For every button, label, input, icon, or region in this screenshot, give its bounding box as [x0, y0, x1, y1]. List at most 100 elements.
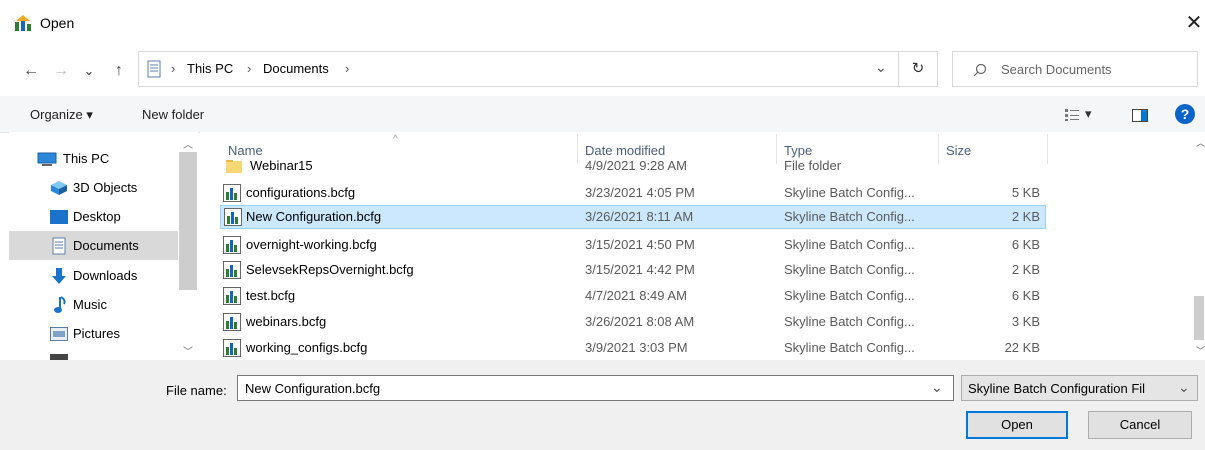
skyline-file-icon: [224, 208, 242, 226]
file-size: 6 KB: [1011, 288, 1040, 303]
search-icon: [973, 63, 987, 77]
file-size: 22 KB: [1004, 340, 1040, 355]
open-button[interactable]: Open: [966, 411, 1068, 439]
nav-item-label: Music: [73, 297, 107, 312]
file-name-label: File name:: [166, 383, 227, 398]
file-date: 3/26/2021 8:08 AM: [585, 314, 695, 329]
file-type: Skyline Batch Config...: [784, 262, 915, 277]
file-name: working_configs.bcfg: [246, 340, 368, 355]
skyline-file-icon: [223, 313, 241, 331]
file-name: Webinar15: [250, 160, 313, 173]
file-type-dropdown-icon[interactable]: ⌄: [1178, 379, 1190, 396]
desktop-icon: [50, 210, 68, 224]
new-folder-button[interactable]: New folder: [142, 107, 204, 122]
file-type-value: Skyline Batch Configuration Fil: [968, 381, 1146, 396]
nav-item-documents[interactable]: Documents: [9, 231, 178, 260]
column-header-size[interactable]: Size: [946, 143, 971, 158]
nav-item-label: Pictures: [73, 326, 120, 341]
nav-item-this-pc[interactable]: This PC: [9, 144, 179, 173]
address-dropdown-icon[interactable]: ⌄: [875, 59, 887, 76]
file-name: test.bcfg: [246, 288, 296, 303]
file-name: overnight-working.bcfg: [246, 237, 377, 252]
nav-item-downloads[interactable]: Downloads: [9, 261, 179, 290]
file-size: 3 KB: [1011, 314, 1040, 329]
skyline-app-icon: [15, 15, 31, 31]
column-header-name[interactable]: Name: [228, 143, 263, 158]
document-icon: [52, 237, 66, 255]
sort-ascending-icon: ^: [393, 134, 398, 145]
music-icon: [54, 296, 66, 313]
file-row-selected[interactable]: New Configuration.bcfg 3/26/2021 8:11 AM…: [220, 205, 1046, 229]
file-list-scrollbar-thumb[interactable]: [1194, 296, 1204, 340]
file-date: 4/9/2021 9:28 AM: [585, 160, 687, 173]
back-arrow-icon[interactable]: ←: [20, 60, 42, 82]
pictures-icon: [50, 327, 68, 341]
search-placeholder: Search Documents: [1001, 62, 1112, 77]
file-type: Skyline Batch Config...: [784, 209, 915, 224]
file-type: File folder: [784, 160, 842, 173]
refresh-icon[interactable]: ↻: [898, 51, 938, 87]
file-type-select[interactable]: Skyline Batch Configuration Fil ⌄: [961, 375, 1198, 401]
nav-scrollbar-thumb[interactable]: [179, 152, 197, 290]
search-input[interactable]: Search Documents: [952, 51, 1198, 87]
file-date: 3/26/2021 8:11 AM: [585, 209, 694, 224]
file-row[interactable]: working_configs.bcfg 3/9/2021 3:03 PM Sk…: [220, 336, 1046, 360]
file-date: 3/15/2021 4:50 PM: [585, 237, 695, 252]
column-header-date[interactable]: Date modified: [585, 143, 665, 158]
skyline-file-icon: [223, 184, 241, 202]
file-date: 3/15/2021 4:42 PM: [585, 262, 695, 277]
nav-item-label: Desktop: [73, 209, 121, 224]
file-row[interactable]: SelevsekRepsOvernight.bcfg 3/15/2021 4:4…: [220, 258, 1046, 282]
column-header-type[interactable]: Type: [784, 143, 812, 158]
close-icon[interactable]: ✕: [1183, 10, 1205, 36]
nav-item-label: This PC: [63, 151, 110, 166]
file-name-input[interactable]: New Configuration.bcfg ⌄: [237, 375, 954, 401]
nav-item-desktop[interactable]: Desktop: [9, 202, 179, 231]
breadcrumb-documents[interactable]: Documents: [263, 61, 329, 76]
title-bar: [0, 0, 1205, 46]
file-name: webinars.bcfg: [246, 314, 327, 329]
nav-item-videos[interactable]: [9, 348, 179, 360]
breadcrumb-separator: ›: [171, 61, 176, 76]
file-name: SelevsekRepsOvernight.bcfg: [246, 262, 414, 277]
organize-button[interactable]: Organize ▾: [30, 107, 93, 123]
skyline-file-icon: [223, 339, 241, 357]
file-row[interactable]: test.bcfg 4/7/2021 8:49 AM Skyline Batch…: [220, 284, 1046, 308]
file-row[interactable]: Webinar15 4/9/2021 9:28 AM File folder: [220, 160, 1046, 176]
file-date: 3/9/2021 3:03 PM: [585, 340, 688, 355]
forward-arrow-icon[interactable]: →: [50, 60, 72, 82]
nav-item-3d-objects[interactable]: 3D Objects: [9, 173, 179, 202]
window-title: Open: [40, 15, 75, 31]
view-menu-arrow-icon[interactable]: ▾: [1085, 106, 1092, 122]
navigation-pane: This PC 3D Objects Desktop Documents Dow…: [9, 132, 198, 360]
view-options-icon[interactable]: [1064, 108, 1080, 122]
nav-item-label: Documents: [73, 238, 139, 253]
nav-item-music[interactable]: Music: [9, 290, 179, 319]
preview-pane-icon[interactable]: [1132, 109, 1148, 122]
file-row[interactable]: webinars.bcfg 3/26/2021 8:08 AM Skyline …: [220, 310, 1046, 334]
file-date: 4/7/2021 8:49 AM: [585, 288, 687, 303]
skyline-file-icon: [223, 236, 241, 254]
file-row[interactable]: configurations.bcfg 3/23/2021 4:05 PM Sk…: [220, 181, 1046, 205]
file-size: 6 KB: [1011, 237, 1040, 252]
nav-item-pictures[interactable]: Pictures: [9, 319, 179, 348]
file-size: 5 KB: [1011, 185, 1040, 200]
computer-icon: [37, 152, 57, 166]
file-date: 3/23/2021 4:05 PM: [585, 185, 695, 200]
file-name-dropdown-icon[interactable]: ⌄: [931, 379, 943, 396]
scroll-up-icon[interactable]: ︿: [1196, 136, 1205, 149]
file-type: Skyline Batch Config...: [784, 314, 915, 329]
up-arrow-icon[interactable]: ↑: [108, 60, 130, 82]
scroll-down-icon[interactable]: ﹀: [1196, 344, 1205, 357]
recent-locations-icon[interactable]: ⌄: [80, 60, 98, 82]
cancel-button[interactable]: Cancel: [1088, 411, 1192, 439]
download-icon: [52, 268, 66, 284]
address-bar[interactable]: › This PC › Documents › ⌄: [138, 51, 938, 87]
breadcrumb-this-pc[interactable]: This PC: [187, 61, 233, 76]
scroll-up-icon[interactable]: ︿: [183, 136, 193, 151]
file-row[interactable]: overnight-working.bcfg 3/15/2021 4:50 PM…: [220, 233, 1046, 257]
help-icon[interactable]: ?: [1175, 104, 1195, 124]
file-type: Skyline Batch Config...: [784, 185, 915, 200]
scroll-down-icon[interactable]: ﹀: [183, 343, 193, 358]
skyline-file-icon: [223, 287, 241, 305]
